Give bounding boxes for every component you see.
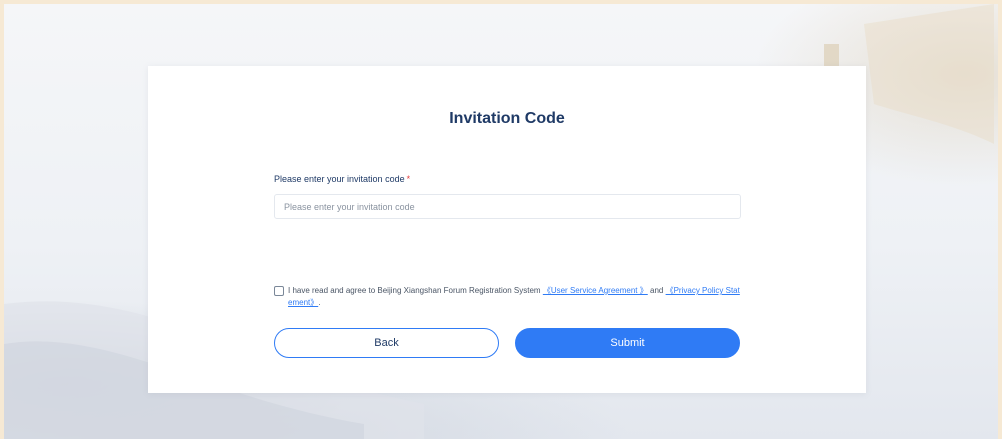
invitation-card: Invitation Code Please enter your invita… bbox=[148, 66, 866, 393]
agreement-trailing: . bbox=[318, 298, 321, 307]
agreement-checkbox[interactable] bbox=[274, 286, 284, 296]
agreement-text: I have read and agree to Beijing Xiangsh… bbox=[288, 285, 744, 309]
submit-button[interactable]: Submit bbox=[515, 328, 740, 358]
back-button[interactable]: Back bbox=[274, 328, 499, 358]
invitation-code-label: Please enter your invitation code * bbox=[274, 174, 410, 184]
agreement-conjunction: and bbox=[650, 286, 664, 295]
invitation-code-input[interactable] bbox=[274, 194, 741, 219]
user-service-agreement-link[interactable]: 《User Service Agreement 》 bbox=[543, 286, 648, 295]
page: Invitation Code Please enter your invita… bbox=[0, 0, 1002, 439]
agreement-row: I have read and agree to Beijing Xiangsh… bbox=[274, 285, 744, 309]
invitation-code-label-text: Please enter your invitation code bbox=[274, 174, 405, 184]
required-mark: * bbox=[406, 174, 411, 184]
agreement-statement: I have read and agree to Beijing Xiangsh… bbox=[288, 286, 541, 295]
page-title: Invitation Code bbox=[449, 110, 565, 127]
